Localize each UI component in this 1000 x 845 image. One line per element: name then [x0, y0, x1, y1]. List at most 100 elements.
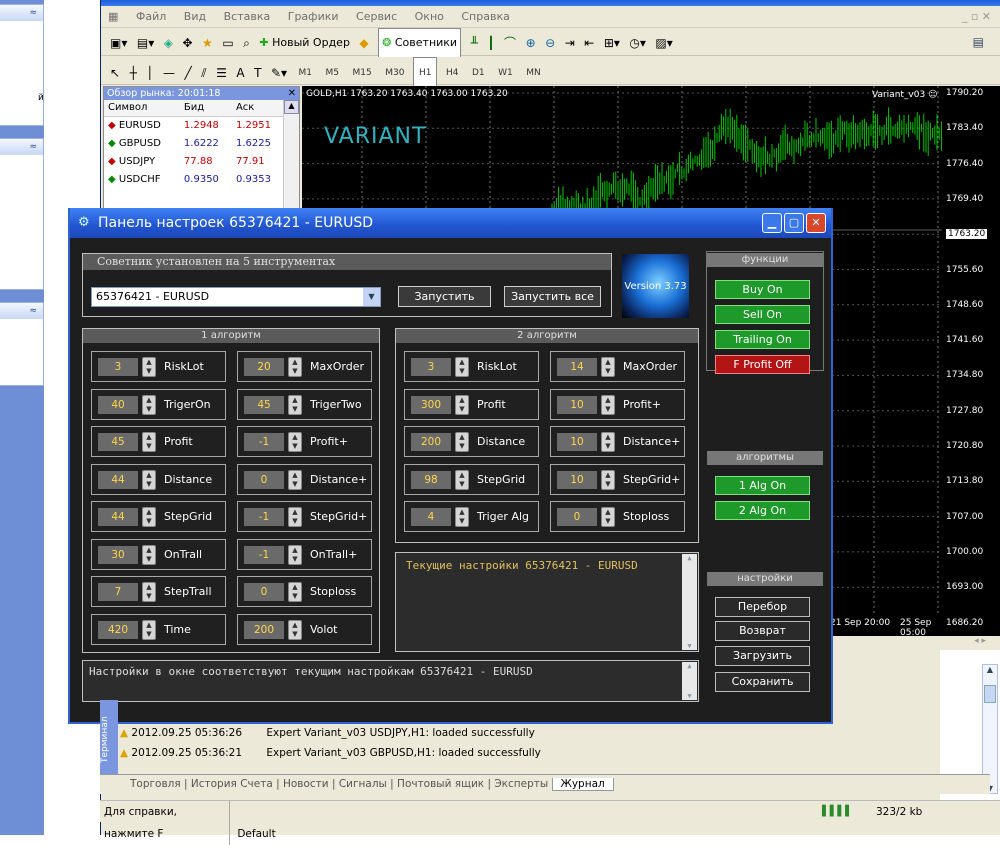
fibonacci-icon[interactable]: ☰	[216, 59, 227, 87]
param-value[interactable]: 20	[244, 358, 284, 376]
param-value[interactable]: 3	[98, 358, 138, 376]
spinner-icon[interactable]: ▲ ▼	[142, 582, 156, 602]
spinner-icon[interactable]: ▲ ▼	[288, 357, 302, 377]
param-value[interactable]: 3	[411, 358, 451, 376]
spinner-icon[interactable]: ▲ ▼	[288, 619, 302, 640]
templates-icon[interactable]: ▨▾	[655, 29, 672, 57]
trailing-toggle[interactable]: Trailing On	[715, 330, 810, 349]
scroll-up-icon[interactable]: ▲	[682, 554, 697, 562]
sell-toggle[interactable]: Sell On	[715, 305, 810, 324]
help-icon[interactable]: ▤	[973, 28, 984, 56]
brute-force-button[interactable]: Перебор	[715, 597, 810, 617]
param-value[interactable]: 30	[98, 545, 138, 564]
timeframe-h4[interactable]: H4	[441, 58, 464, 88]
spinner-icon[interactable]: ▲ ▼	[142, 394, 156, 415]
scroll-up-icon[interactable]: ▲	[983, 665, 997, 674]
tab-experts[interactable]: Эксперты	[494, 778, 548, 790]
alg2-toggle[interactable]: 2 Alg On	[715, 501, 810, 520]
spinner-icon[interactable]: ▲ ▼	[455, 432, 469, 452]
buy-toggle[interactable]: Buy On	[715, 280, 810, 299]
favorites-icon[interactable]: ★	[202, 29, 213, 57]
maximize-icon[interactable]: ▢	[784, 213, 804, 233]
line-chart-icon[interactable]: ⌒	[504, 29, 516, 57]
tab-mailbox[interactable]: Почтовый ящик	[397, 778, 484, 790]
label-icon[interactable]: T	[254, 59, 261, 87]
chart-shift-icon[interactable]: ⇤	[584, 29, 594, 57]
table-row[interactable]: ◆ USDCHF 0.9350 0.9353	[104, 170, 284, 188]
app-icon[interactable]: ▦	[101, 6, 125, 28]
indicators-icon[interactable]: ⊞▾	[604, 29, 620, 57]
zoom-in-icon[interactable]: ⊕	[526, 29, 536, 57]
param-value[interactable]: 0	[244, 583, 284, 601]
save-button[interactable]: Сохранить	[715, 672, 810, 692]
spinner-icon[interactable]: ▲ ▼	[601, 357, 615, 377]
param-value[interactable]: 420	[98, 620, 138, 639]
timeframe-m1[interactable]: M1	[294, 58, 318, 88]
spinner-icon[interactable]: ▲ ▼	[288, 544, 302, 565]
terminal-icon[interactable]: ▭	[222, 29, 233, 57]
chevron-down-icon[interactable]: ▼	[363, 288, 380, 306]
param-value[interactable]: 4	[411, 508, 451, 526]
mdi-controls-icon[interactable]: _ ▫ ✕	[962, 6, 991, 28]
param-value[interactable]: 44	[98, 508, 138, 526]
bar-chart-icon[interactable]: ╨	[471, 29, 478, 57]
param-value[interactable]: 0	[244, 470, 284, 489]
menu-insert[interactable]: Вставка	[217, 6, 278, 28]
param-value[interactable]: 300	[411, 395, 451, 414]
autoscroll-icon[interactable]: ⇥	[565, 29, 575, 57]
metaeditor-icon[interactable]: ◆	[359, 29, 368, 57]
market-watch-icon[interactable]: ◈	[164, 29, 173, 57]
table-row[interactable]: ◆ EURUSD 1.2948 1.2951	[104, 116, 284, 134]
crosshair-icon[interactable]: ┼	[130, 59, 137, 87]
tab-scroll-icon[interactable]: ◂ ▸	[940, 636, 1000, 650]
param-value[interactable]: 200	[244, 620, 284, 639]
param-value[interactable]: 45	[98, 433, 138, 451]
collapse-icon[interactable]: ≈	[0, 139, 43, 155]
alg1-toggle[interactable]: 1 Alg On	[715, 476, 810, 495]
param-value[interactable]: 44	[98, 470, 138, 489]
param-value[interactable]: 98	[411, 470, 451, 489]
tab-journal[interactable]: Журнал	[551, 778, 614, 791]
param-value[interactable]: 0	[557, 508, 597, 526]
fprofit-toggle[interactable]: F Profit Off	[715, 355, 810, 374]
menu-window[interactable]: Окно	[408, 6, 451, 28]
spinner-icon[interactable]: ▲ ▼	[142, 507, 156, 527]
spinner-icon[interactable]: ▲ ▼	[601, 432, 615, 452]
spinner-icon[interactable]: ▲ ▼	[288, 394, 302, 415]
spinner-icon[interactable]: ▲ ▼	[288, 507, 302, 527]
scrollbar[interactable]: ▲	[283, 100, 299, 209]
scrollbar[interactable]: ▲ ▼	[682, 662, 697, 700]
spinner-icon[interactable]: ▲ ▼	[455, 469, 469, 490]
param-value[interactable]: 10	[557, 433, 597, 451]
arrows-icon[interactable]: ✎▾	[271, 59, 287, 87]
collapse-icon[interactable]: ≈	[0, 303, 43, 319]
param-value[interactable]: 7	[98, 583, 138, 601]
spinner-icon[interactable]: ▲ ▼	[142, 357, 156, 377]
param-value[interactable]: 200	[411, 433, 451, 451]
timeframe-m30[interactable]: M30	[380, 58, 409, 88]
text-icon[interactable]: A	[236, 59, 244, 87]
menu-view[interactable]: Вид	[177, 6, 213, 28]
timeframe-m5[interactable]: M5	[321, 58, 345, 88]
channel-icon[interactable]: ⫽	[201, 59, 206, 87]
scroll-down-icon[interactable]: ▼	[682, 692, 697, 700]
param-value[interactable]: 14	[557, 358, 597, 376]
profiles-icon[interactable]: ▤▾	[137, 29, 154, 57]
timeframe-d1[interactable]: D1	[467, 58, 490, 88]
candle-chart-icon[interactable]: ┃	[487, 29, 494, 57]
spinner-icon[interactable]: ▲ ▼	[455, 507, 469, 527]
param-value[interactable]: 40	[98, 395, 138, 414]
scroll-up-icon[interactable]: ▲	[284, 100, 299, 114]
spinner-icon[interactable]: ▲ ▼	[142, 619, 156, 640]
tester-icon[interactable]: ⌕	[243, 29, 250, 57]
new-order-button[interactable]: ✚ Новый Ордер	[259, 29, 350, 57]
new-chart-icon[interactable]: ▣▾	[110, 29, 127, 57]
param-value[interactable]: 10	[557, 395, 597, 414]
scroll-up-icon[interactable]: ▲	[682, 662, 697, 670]
start-button[interactable]: Запустить	[398, 286, 491, 307]
scroll-down-icon[interactable]: ▼	[682, 642, 697, 650]
spinner-icon[interactable]: ▲ ▼	[601, 469, 615, 490]
scrollbar[interactable]: ▲ ▼	[682, 554, 697, 650]
spinner-icon[interactable]: ▲ ▼	[288, 432, 302, 452]
timeframe-h1[interactable]: H1	[412, 57, 438, 89]
